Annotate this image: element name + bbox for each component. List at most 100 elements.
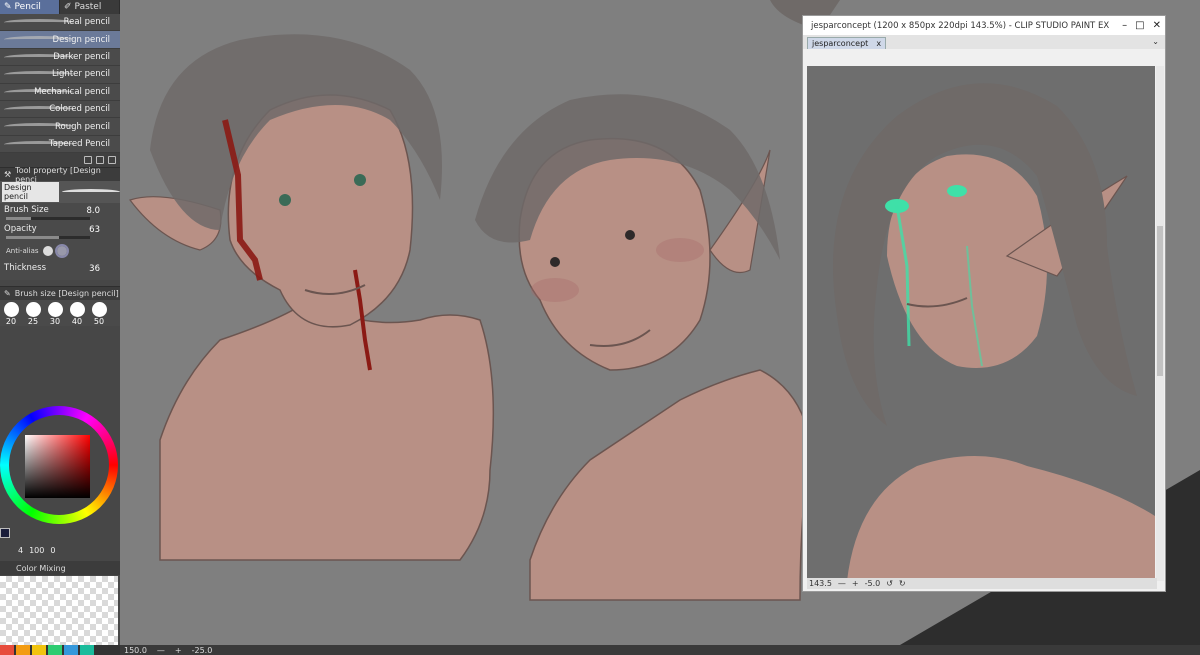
color-swatch[interactable] — [64, 645, 78, 655]
opacity-control[interactable]: Opacity 63 — [0, 222, 120, 242]
brush-item[interactable]: Rough pencil — [0, 118, 120, 136]
reference-window: jesparconcept (1200 x 850px 220dpi 143.5… — [802, 15, 1166, 592]
color-swatch[interactable] — [80, 645, 94, 655]
antialias-medium[interactable] — [54, 244, 69, 259]
window-tab-bar: jesparconcept x ⌄ — [803, 35, 1165, 49]
color-swatch[interactable] — [0, 645, 14, 655]
duplicate-brush-icon[interactable] — [96, 156, 104, 165]
color-mixing-label: Color Mixing — [16, 563, 66, 573]
color-swatch[interactable] — [32, 645, 46, 655]
opacity-slider[interactable] — [6, 236, 90, 240]
brush-item[interactable]: Mechanical pencil — [0, 84, 120, 101]
canvas-zoom-in-icon[interactable]: + — [175, 646, 182, 655]
left-tool-panel: ✎ Pencil ✐ Pastel Real pencil Design penc… — [0, 0, 120, 655]
sub-tool-tabs: ✎ Pencil ✐ Pastel — [0, 0, 120, 14]
color-swatch-bar — [0, 645, 120, 655]
window-zoom-value[interactable]: 143.5 — [809, 579, 832, 588]
zoom-out-icon[interactable]: — — [838, 579, 846, 588]
tab-jesparconcept[interactable]: jesparconcept x — [807, 37, 887, 49]
tab-close-icon[interactable]: x — [876, 39, 881, 48]
antialias-label: Anti-alias — [6, 247, 39, 256]
window-controls: – □ ✕ — [1122, 20, 1161, 31]
main-sub-color[interactable] — [0, 528, 10, 538]
wrench-icon: ⚒ — [4, 170, 12, 180]
color-swatch[interactable] — [16, 645, 30, 655]
color-mixing-header[interactable]: Color Mixing — [0, 561, 120, 575]
color-status-a: 4 — [18, 546, 24, 555]
brush-item[interactable]: Colored pencil — [0, 101, 120, 119]
brush-list: Real pencil Design pencil Darker pencil Lig… — [0, 14, 120, 154]
brush-item-label: Lighter pencil — [51, 69, 110, 80]
brush-icon: ✎ — [4, 289, 11, 299]
brush-item[interactable]: Tapered Pencil — [0, 136, 120, 154]
delete-brush-icon[interactable] — [108, 156, 116, 165]
main-color-swatch[interactable] — [0, 528, 10, 538]
color-status-c: 0 — [50, 546, 56, 555]
window-rotation-value[interactable]: -5.0 — [865, 579, 881, 588]
tab-pastel[interactable]: ✐ Pastel — [60, 0, 120, 14]
new-brush-icon[interactable] — [84, 156, 92, 165]
brush-item-label: Tapered Pencil — [48, 138, 110, 149]
brush-item-label: Rough pencil — [54, 121, 110, 132]
brush-size-value[interactable]: 8.0 — [86, 206, 100, 216]
color-status: 4 100 0 — [18, 546, 55, 555]
zoom-in-icon[interactable]: + — [852, 579, 859, 588]
brush-size-palette-header: ✎ Brush size [Design pencil] — [0, 286, 120, 301]
maximize-icon[interactable]: □ — [1135, 20, 1144, 31]
reference-artwork — [807, 66, 1155, 581]
color-status-b: 100 — [29, 546, 45, 555]
canvas-zoom-out-icon[interactable]: — — [157, 646, 165, 655]
thickness-control[interactable]: Thickness 36 — [0, 261, 120, 281]
tab-overflow-icon[interactable]: ⌄ — [1152, 37, 1159, 46]
canvas-zoom-value[interactable]: 150.0 — [124, 646, 147, 655]
brush-item[interactable]: Real pencil — [0, 14, 120, 32]
rotate-left-icon[interactable]: ↺ — [886, 579, 893, 588]
tab-jesparconcept-label: jesparconcept — [812, 39, 869, 48]
pastel-icon: ✐ — [64, 2, 72, 12]
window-titlebar[interactable]: jesparconcept (1200 x 850px 220dpi 143.5… — [803, 16, 1165, 35]
brush-item[interactable]: Design pencil — [0, 31, 120, 49]
brush-item[interactable]: Lighter pencil — [0, 66, 120, 84]
color-mixing-area[interactable] — [0, 576, 118, 645]
brush-size-preset[interactable]: 30 — [46, 302, 64, 326]
brush-item-label: Mechanical pencil — [34, 86, 110, 97]
brush-size-control[interactable]: Brush Size 8.0 — [0, 203, 120, 223]
brush-size-preset-label: 25 — [27, 317, 39, 327]
brush-size-dot — [3, 302, 19, 318]
close-icon[interactable]: ✕ — [1153, 20, 1161, 31]
thickness-value[interactable]: 36 — [89, 264, 100, 274]
brush-size-preset-label: 30 — [49, 317, 61, 327]
antialias-control[interactable]: Anti-alias — [0, 241, 120, 262]
figure-left — [129, 34, 495, 561]
opacity-value[interactable]: 63 — [89, 225, 100, 235]
brush-item-label: Real pencil — [63, 17, 110, 28]
tab-pencil[interactable]: ✎ Pencil — [0, 0, 60, 14]
brush-size-preset[interactable]: 25 — [24, 302, 42, 326]
brush-size-preset-label: 50 — [93, 317, 105, 327]
canvas-rotation-value[interactable]: -25.0 — [192, 646, 213, 655]
brush-size-preset[interactable]: 20 — [2, 302, 20, 326]
reference-scrollbar[interactable] — [1156, 66, 1164, 581]
brush-size-preset[interactable]: 50 — [90, 302, 108, 326]
reference-canvas[interactable] — [807, 66, 1155, 581]
brush-item[interactable]: Darker pencil — [0, 49, 120, 67]
color-swatch[interactable] — [48, 645, 62, 655]
brush-size-palette-title: Brush size [Design pencil] — [14, 289, 119, 299]
bottom-status-bar: 150.0 — + -25.0 — [120, 645, 1200, 655]
brush-item-label: Colored pencil — [49, 104, 110, 115]
antialias-none[interactable] — [42, 246, 53, 257]
brush-size-preset[interactable]: 40 — [68, 302, 86, 326]
saturation-value-box[interactable] — [25, 435, 90, 498]
brush-size-slider[interactable] — [6, 217, 90, 221]
preset-name: Design pencil — [2, 182, 59, 203]
window-status-bar: 143.5 — + -5.0 ↺ ↻ — [807, 578, 1157, 589]
pencil-icon: ✎ — [4, 2, 12, 12]
rotate-right-icon[interactable]: ↻ — [899, 579, 906, 588]
brush-size-preset-label: 20 — [5, 317, 17, 327]
tab-pastel-label: Pastel — [74, 2, 102, 12]
brush-size-dot — [47, 302, 63, 318]
figure-center — [475, 94, 811, 601]
brush-stroke-preview — [61, 189, 120, 195]
brush-size-preset-label: 40 — [71, 317, 83, 327]
minimize-icon[interactable]: – — [1122, 20, 1127, 31]
